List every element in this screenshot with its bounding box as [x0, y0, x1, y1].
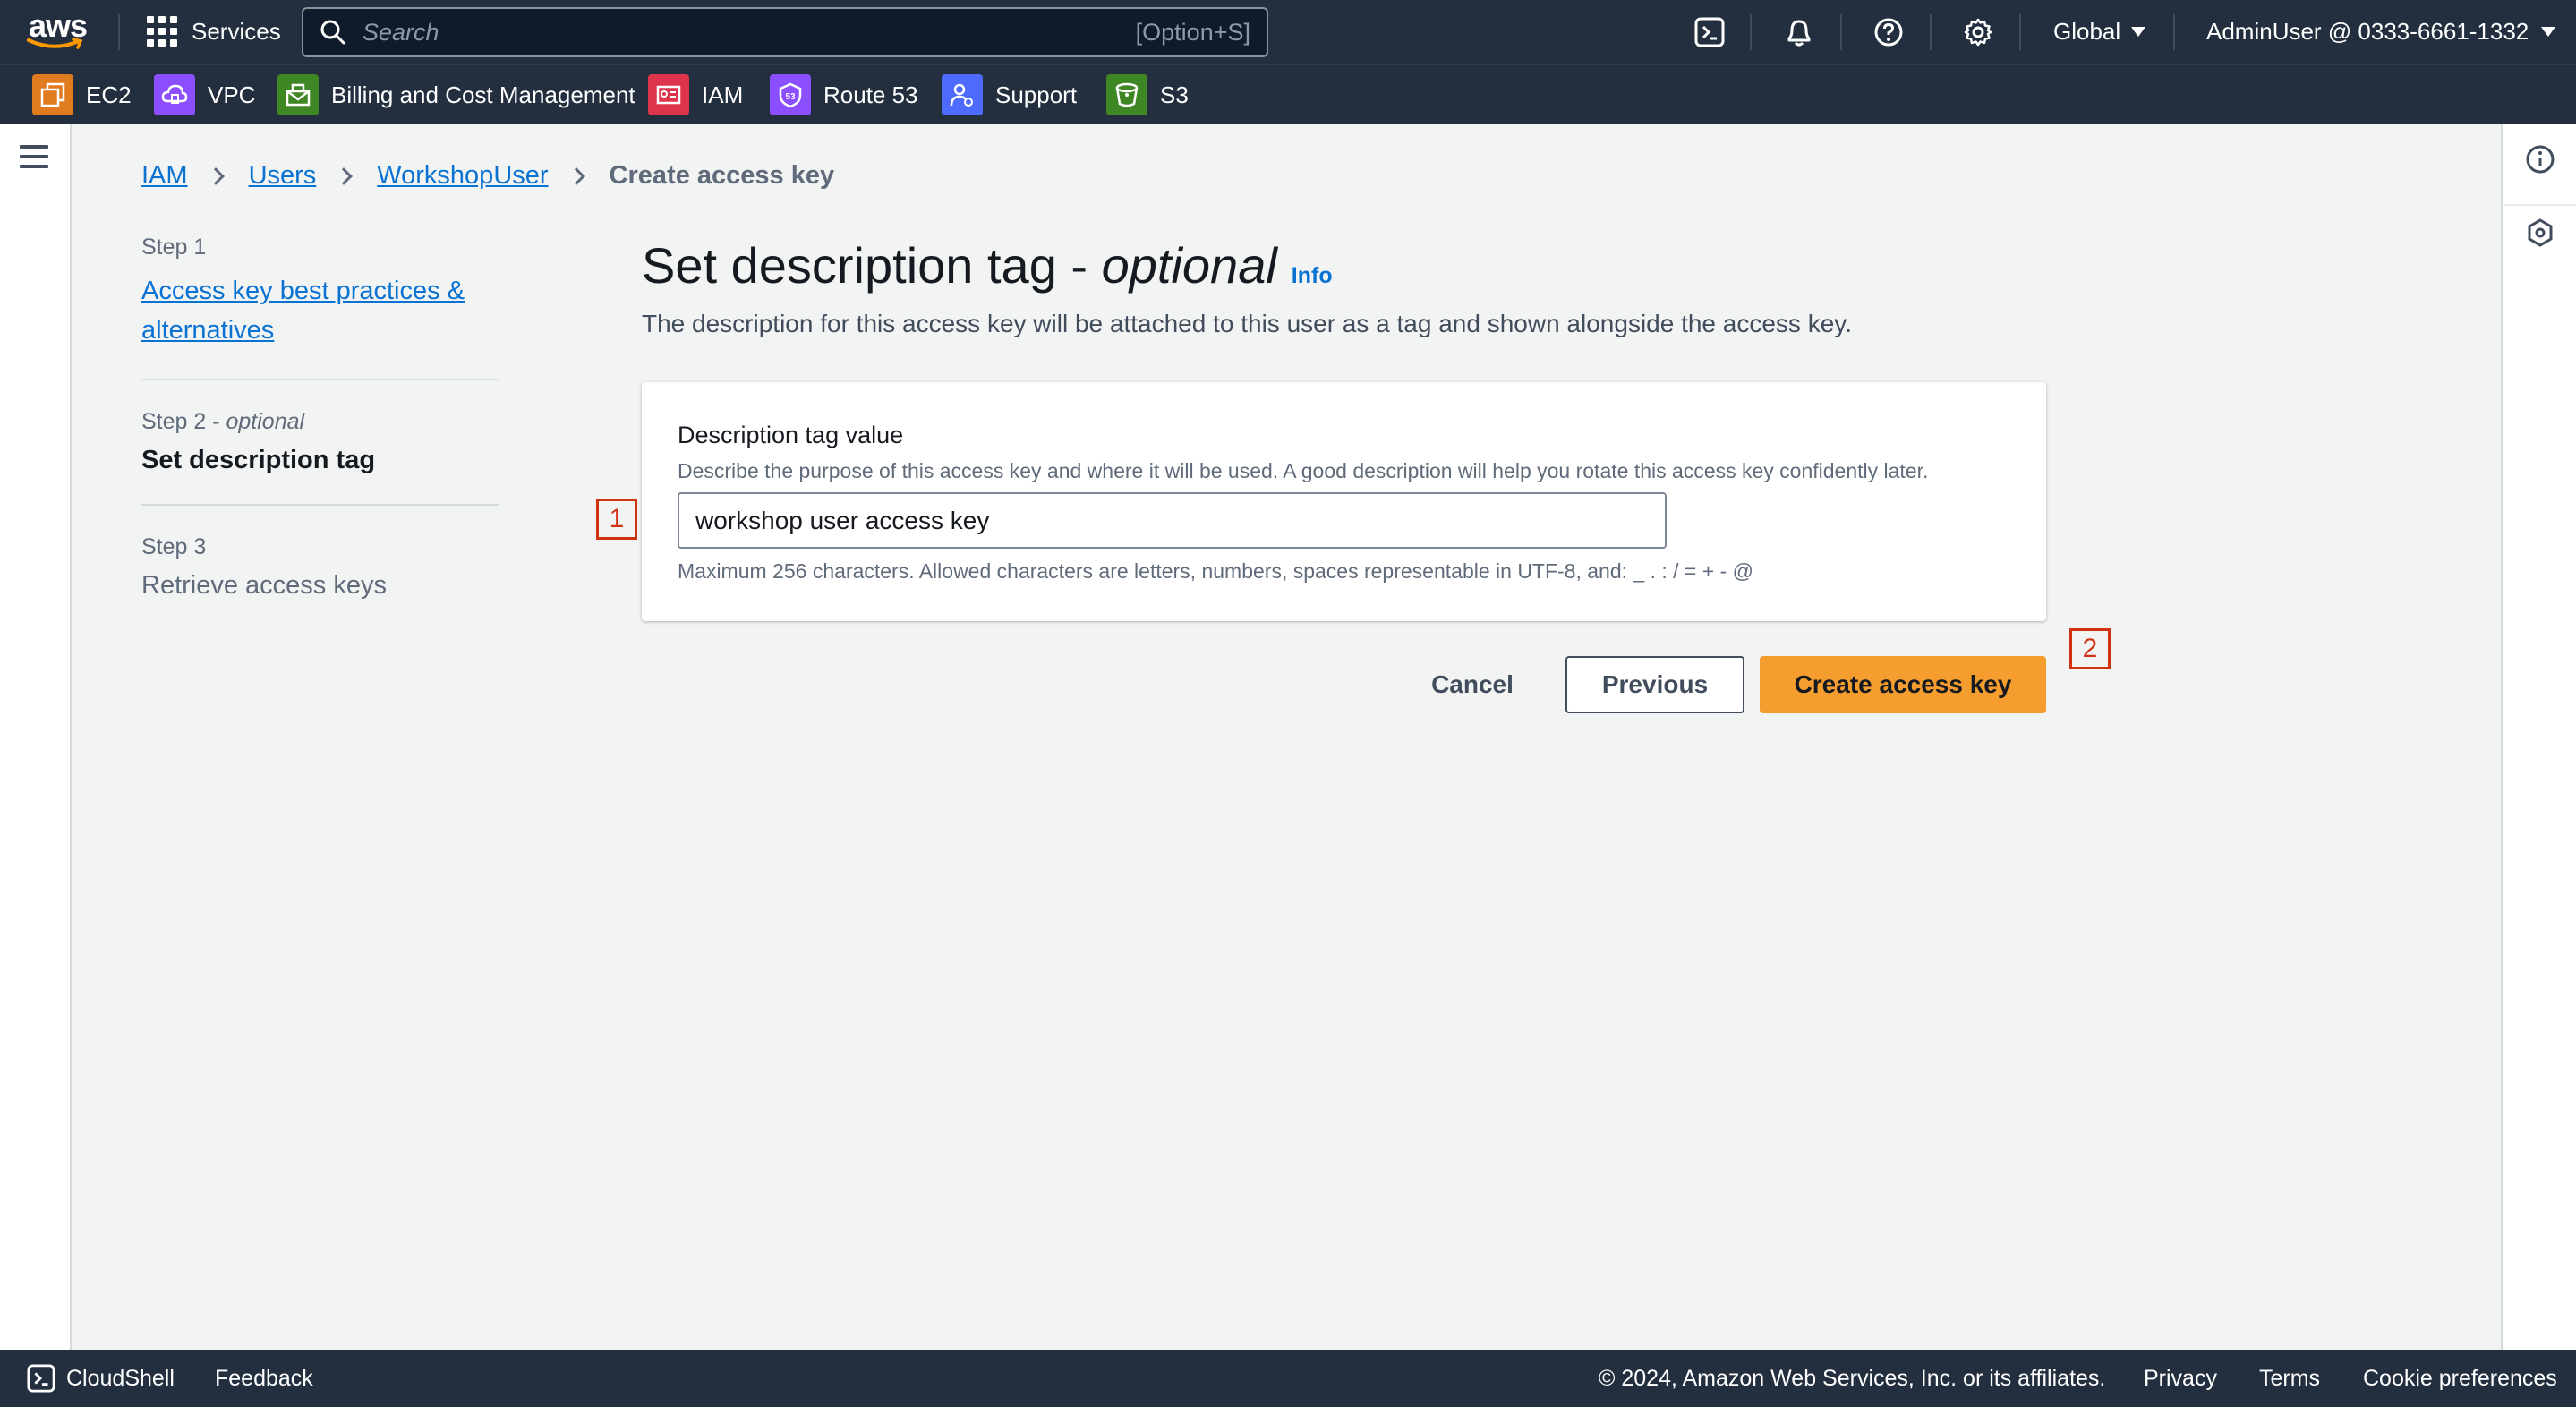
favorite-vpc[interactable]: VPC: [154, 74, 255, 115]
side-navigation-strip: [0, 124, 72, 1350]
info-link[interactable]: Info: [1292, 263, 1333, 289]
divider: [118, 14, 120, 50]
account-label: AdminUser @ 0333-6661-1332: [2206, 18, 2529, 45]
support-icon: [942, 74, 983, 115]
s3-icon: [1106, 74, 1147, 115]
chevron-right-icon: [567, 166, 585, 185]
breadcrumb-current: Create access key: [609, 161, 835, 190]
wizard-step-3: Step 3 Retrieve access keys: [141, 534, 499, 629]
cloudshell-icon: [27, 1364, 55, 1393]
services-menu-button[interactable]: Services: [147, 16, 281, 47]
breadcrumb: IAM Users WorkshopUser Create access key: [141, 161, 834, 191]
description-tag-input[interactable]: [678, 492, 1667, 549]
services-label: Services: [192, 17, 281, 45]
step-number: Step 1: [141, 234, 207, 260]
tools-panel-strip: [2501, 124, 2576, 1350]
svg-text:53: 53: [785, 92, 796, 102]
search-bar[interactable]: Search [Option+S]: [302, 7, 1268, 57]
help-icon[interactable]: [1871, 14, 1906, 50]
divider: [1750, 14, 1752, 50]
search-shortcut: [Option+S]: [1135, 18, 1250, 46]
favorite-route53[interactable]: 53 Route 53: [770, 74, 918, 115]
route53-icon: 53: [770, 74, 811, 115]
favorite-iam[interactable]: IAM: [648, 74, 743, 115]
divider: [1840, 14, 1842, 50]
divider: [2019, 14, 2021, 50]
step-number: Step 3: [141, 534, 207, 559]
account-menu[interactable]: AdminUser @ 0333-6661-1332: [2206, 18, 2556, 46]
breadcrumb-iam[interactable]: IAM: [141, 161, 188, 191]
region-label: Global: [2053, 18, 2121, 45]
description-tag-container: Description tag value Describe the purpo…: [642, 382, 2046, 621]
copyright-text: © 2024, Amazon Web Services, Inc. or its…: [1599, 1366, 2106, 1391]
divider: [2503, 204, 2576, 206]
step-2-label: Set description tag: [141, 446, 376, 474]
bell-icon[interactable]: [1781, 14, 1817, 50]
chevron-right-icon: [335, 166, 354, 185]
aws-smile-icon: [27, 38, 83, 49]
divider: [1930, 14, 1932, 50]
favorite-billing[interactable]: Billing and Cost Management: [277, 74, 635, 115]
wizard-step-1: Step 1 Access key best practices & alter…: [141, 234, 499, 380]
chevron-right-icon: [206, 166, 225, 185]
search-placeholder: Search: [363, 18, 439, 46]
breadcrumb-users[interactable]: Users: [249, 161, 317, 191]
privacy-link[interactable]: Privacy: [2144, 1366, 2217, 1392]
previous-button[interactable]: Previous: [1565, 656, 1744, 713]
favorite-support[interactable]: Support: [942, 74, 1077, 115]
billing-icon: [277, 74, 319, 115]
step-number: Step 2 - optional: [141, 409, 305, 434]
wizard-step-2: Step 2 - optional Set description tag: [141, 409, 499, 506]
field-description: Describe the purpose of this access key …: [678, 459, 1929, 482]
feedback-link[interactable]: Feedback: [215, 1366, 313, 1392]
favorite-ec2[interactable]: EC2: [32, 74, 132, 115]
info-panel-icon[interactable]: [2522, 141, 2558, 177]
annotation-marker-1: 1: [596, 499, 637, 540]
cancel-button[interactable]: Cancel: [1414, 656, 1531, 713]
search-icon: [320, 20, 345, 45]
cloudshell-button[interactable]: CloudShell: [27, 1364, 175, 1393]
iam-icon: [648, 74, 689, 115]
caret-down-icon: [2541, 27, 2556, 37]
top-navigation: aws Services Search [Option+S] Global Ad…: [0, 0, 2576, 64]
page-description: The description for this access key will…: [642, 310, 1852, 337]
step-3-label: Retrieve access keys: [141, 571, 387, 600]
favorites-bar: EC2 VPC Billing and Cost Management IAM …: [0, 64, 2576, 124]
terms-link[interactable]: Terms: [2259, 1366, 2320, 1392]
menu-icon[interactable]: [20, 145, 48, 175]
breadcrumb-workshopuser[interactable]: WorkshopUser: [377, 161, 548, 191]
cookie-preferences-link[interactable]: Cookie preferences: [2363, 1366, 2557, 1392]
divider: [2173, 14, 2175, 50]
hexagon-help-icon[interactable]: [2522, 215, 2558, 251]
cloudshell-icon[interactable]: [1692, 14, 1727, 50]
field-label: Description tag value: [678, 422, 904, 448]
ec2-icon: [32, 74, 73, 115]
create-access-key-button[interactable]: Create access key: [1760, 656, 2046, 713]
settings-icon[interactable]: [1960, 14, 1996, 50]
services-grid-icon: [147, 16, 177, 47]
caret-down-icon: [2131, 27, 2146, 37]
field-constraint: Maximum 256 characters. Allowed characte…: [678, 559, 1753, 583]
wizard-steps: Step 1 Access key best practices & alter…: [141, 234, 499, 658]
vpc-icon: [154, 74, 195, 115]
favorite-s3[interactable]: S3: [1106, 74, 1189, 115]
step-1-link[interactable]: Access key best practices & alternatives: [141, 271, 499, 350]
page-title: Set description tag - optional Info: [642, 237, 1333, 294]
footer: CloudShell Feedback © 2024, Amazon Web S…: [0, 1350, 2576, 1407]
region-selector[interactable]: Global: [2053, 18, 2146, 46]
annotation-marker-2: 2: [2069, 628, 2111, 669]
aws-logo[interactable]: aws: [27, 7, 90, 54]
